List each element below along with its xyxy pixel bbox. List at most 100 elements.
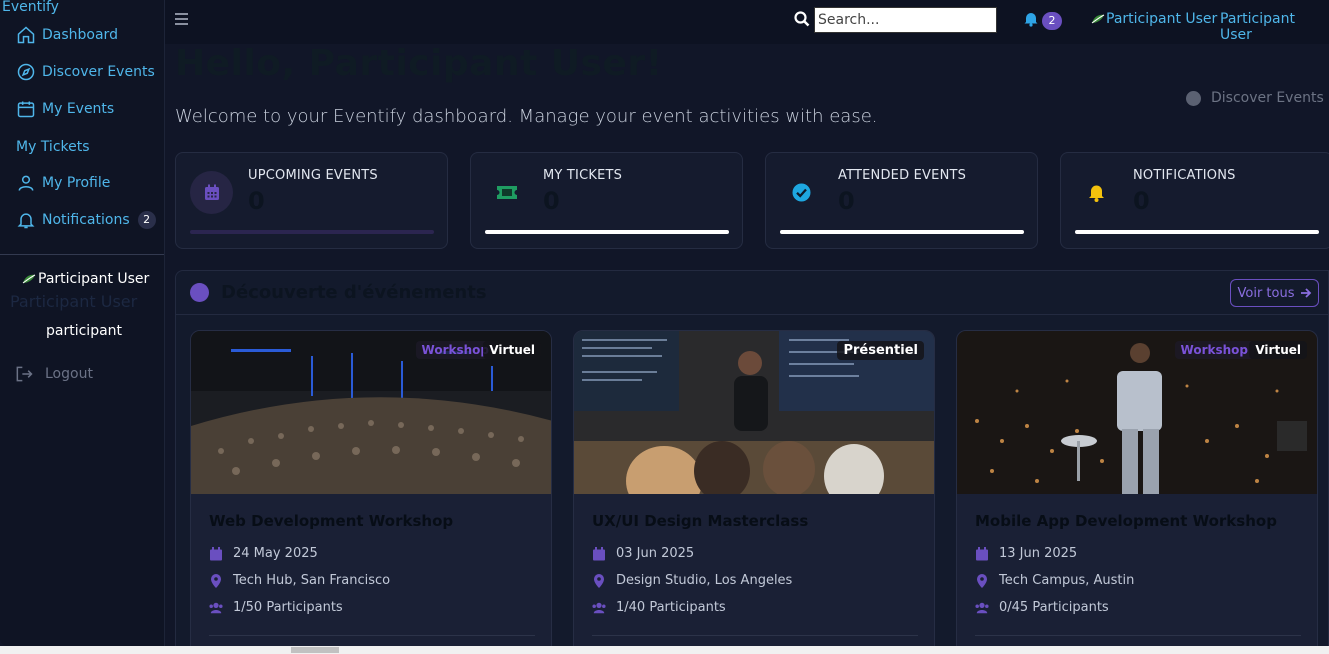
notification-count-badge: 2 xyxy=(137,211,156,229)
event-date-text: 03 Jun 2025 xyxy=(616,546,695,561)
stat-value: 0 xyxy=(543,187,560,215)
discover-events-link[interactable]: Discover Events xyxy=(1186,90,1324,106)
stat-value: 0 xyxy=(838,187,855,215)
see-all-label: Voir tous xyxy=(1237,285,1295,301)
card-divider xyxy=(209,635,535,636)
map-pin-icon xyxy=(211,573,221,588)
event-title: Web Development Workshop xyxy=(209,512,454,530)
sidebar-divider xyxy=(0,254,164,255)
event-date: 13 Jun 2025 xyxy=(975,546,1077,561)
event-participants: 1/50 Participants xyxy=(209,600,343,615)
user-menu[interactable]: Participant User xyxy=(1091,11,1217,27)
event-mode-badge: Virtuel xyxy=(483,341,541,359)
event-date-text: 24 May 2025 xyxy=(233,546,318,561)
see-all-button[interactable]: Voir tous xyxy=(1230,279,1319,307)
event-participants: 0/45 Participants xyxy=(975,600,1109,615)
check-circle-icon xyxy=(780,171,823,214)
avatar-icon xyxy=(1091,14,1105,24)
event-date-text: 13 Jun 2025 xyxy=(999,546,1078,561)
stat-value: 0 xyxy=(1133,187,1150,215)
sidebar-item-my-events[interactable]: My Events xyxy=(16,98,114,120)
stat-card-attended-events: ATTENDED EVENTS 0 xyxy=(765,152,1038,249)
card-divider xyxy=(592,635,918,636)
section-header: Découverte d'événements Voir tous xyxy=(176,271,1328,315)
search-input[interactable] xyxy=(814,7,997,33)
sidebar-item-my-tickets[interactable]: My Tickets xyxy=(16,136,90,158)
stat-label: ATTENDED EVENTS xyxy=(838,168,967,183)
event-participants: 1/40 Participants xyxy=(592,600,726,615)
arrow-right-icon xyxy=(1300,288,1311,298)
section-title: Découverte d'événements xyxy=(221,282,487,303)
sidebar-user-role: participant xyxy=(46,323,123,339)
users-icon xyxy=(975,602,989,613)
event-card[interactable]: Workshop Virtuel Mobile App Development … xyxy=(956,330,1318,654)
sidebar-item-dashboard[interactable]: Dashboard xyxy=(16,24,118,46)
logout-label: Logout xyxy=(45,366,93,382)
event-location: Design Studio, Los Angeles xyxy=(592,573,792,588)
brand-name[interactable]: Eventify xyxy=(2,0,59,15)
sidebar-item-notifications[interactable]: Notifications 2 xyxy=(16,209,156,231)
event-date: 24 May 2025 xyxy=(209,546,318,561)
sidebar: Eventify Dashboard Discover Events My Ev… xyxy=(0,0,165,646)
search-icon[interactable] xyxy=(794,11,810,27)
event-date: 03 Jun 2025 xyxy=(592,546,694,561)
scrollbar-thumb[interactable] xyxy=(291,647,339,653)
map-pin-icon xyxy=(594,573,604,588)
event-participants-text: 1/50 Participants xyxy=(233,600,343,615)
menu-toggle-icon[interactable] xyxy=(175,13,188,25)
users-icon xyxy=(209,602,223,613)
stat-label: MY TICKETS xyxy=(543,168,623,183)
event-title: Mobile App Development Workshop xyxy=(975,512,1277,530)
discover-events-label: Discover Events xyxy=(1211,90,1324,106)
stat-progress-bar xyxy=(780,230,1024,234)
sidebar-item-discover-events[interactable]: Discover Events xyxy=(16,61,155,83)
avatar-icon xyxy=(22,274,36,284)
event-mode-badge: Virtuel xyxy=(1249,341,1307,359)
event-mode-badge: Présentiel xyxy=(837,341,924,360)
event-participants-text: 1/40 Participants xyxy=(616,600,726,615)
event-card[interactable]: Workshop Virtuel Web Development Worksho… xyxy=(190,330,552,654)
compass-icon xyxy=(17,63,35,81)
calendar-icon xyxy=(17,101,35,118)
sidebar-item-my-profile[interactable]: My Profile xyxy=(16,172,110,194)
bell-icon xyxy=(1075,171,1118,214)
logout-icon xyxy=(16,366,33,382)
event-location: Tech Campus, Austin xyxy=(975,573,1134,588)
stat-card-my-tickets: MY TICKETS 0 xyxy=(470,152,743,249)
sidebar-item-label: Discover Events xyxy=(42,64,155,80)
notification-badge: 2 xyxy=(1042,12,1062,30)
sidebar-user-name: Participant User xyxy=(22,271,149,287)
horizontal-scrollbar[interactable] xyxy=(0,646,1329,654)
user-name-text: Participant User xyxy=(38,271,150,287)
event-title: UX/UI Design Masterclass xyxy=(592,512,809,530)
logout-button[interactable]: Logout xyxy=(14,364,93,384)
event-location-text: Design Studio, Los Angeles xyxy=(616,573,793,588)
sidebar-user-name-heading: Participant User xyxy=(10,292,138,311)
sidebar-item-label: My Events xyxy=(42,101,115,117)
event-location: Tech Hub, San Francisco xyxy=(209,573,390,588)
stat-progress-bar xyxy=(190,230,434,234)
card-divider xyxy=(975,635,1301,636)
sidebar-item-label: Dashboard xyxy=(42,27,118,43)
event-participants-text: 0/45 Participants xyxy=(999,600,1109,615)
calendar-icon xyxy=(976,546,988,560)
ticket-icon xyxy=(485,171,528,214)
compass-icon xyxy=(190,283,209,302)
event-card[interactable]: Présentiel UX/UI Design Masterclass 03 J… xyxy=(573,330,935,654)
topbar: 2 Participant User Participant User xyxy=(165,0,1329,44)
map-pin-icon xyxy=(977,573,987,588)
stat-progress-bar xyxy=(485,230,729,234)
calendar-icon xyxy=(210,546,222,560)
bell-icon[interactable] xyxy=(1023,11,1039,27)
calendar-icon xyxy=(190,171,233,214)
home-icon xyxy=(17,26,35,44)
stat-value: 0 xyxy=(248,187,265,215)
calendar-icon xyxy=(593,546,605,560)
event-image: Présentiel xyxy=(574,331,934,494)
sidebar-item-label: Notifications xyxy=(42,212,130,228)
event-location-text: Tech Campus, Austin xyxy=(999,573,1135,588)
stat-label: NOTIFICATIONS xyxy=(1133,168,1236,183)
user-name-dropdown[interactable]: Participant User xyxy=(1220,11,1329,43)
compass-icon xyxy=(1186,90,1201,106)
event-image: Workshop Virtuel xyxy=(191,331,551,494)
